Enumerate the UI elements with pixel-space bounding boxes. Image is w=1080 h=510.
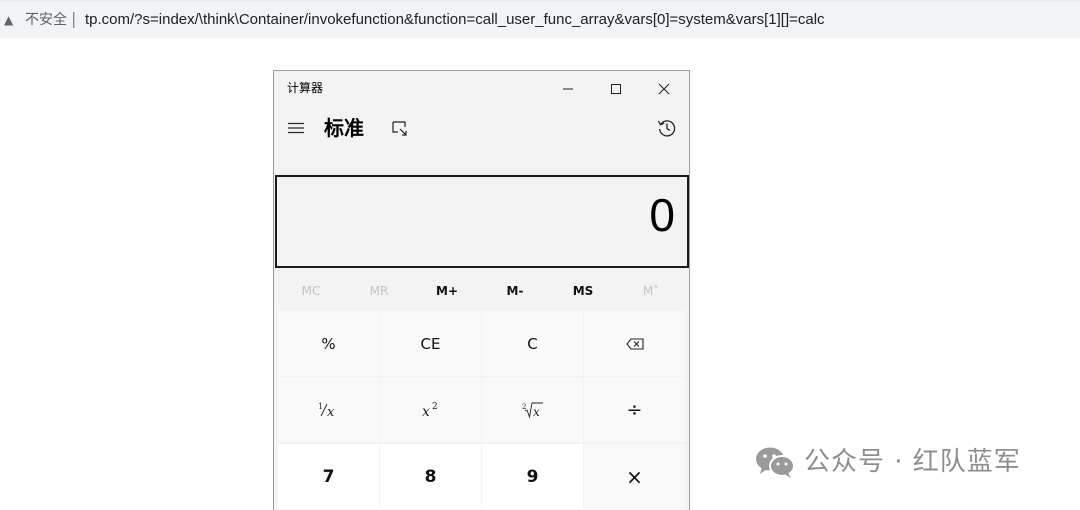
display-value: 0 [649,189,675,241]
square-root-button[interactable]: 2 x [482,377,583,442]
svg-text:x: x [422,404,430,419]
svg-text:x: x [327,405,335,419]
wechat-icon [756,447,795,478]
warning-icon[interactable]: ▲ [4,13,13,27]
memory-subtract-button[interactable]: M- [495,284,535,298]
reciprocal-button[interactable]: 1 x [278,377,379,442]
maximize-icon [611,84,621,94]
keep-on-top-icon [392,121,407,136]
square-icon: x 2 [422,402,438,419]
square-root-icon: 2 x [522,402,543,419]
window-title: 计算器 [287,81,324,95]
keep-on-top-button[interactable] [389,118,411,138]
memory-recall-button[interactable]: MR [359,284,399,298]
history-button[interactable] [655,116,679,140]
close-icon [658,83,670,95]
minimize-button[interactable] [546,75,590,103]
watermark: 公众号 · 红队蓝军 [754,444,1021,480]
mode-title: 标准 [324,116,364,140]
memory-list-button[interactable]: M˅ [631,284,671,298]
svg-text:1: 1 [318,402,323,411]
calculator-window: 计算器 标准 0 MC MR M+ M- MS M˅ % CE C 1 x x … [273,70,690,510]
svg-text:2: 2 [432,402,438,412]
close-button[interactable] [642,75,686,103]
memory-add-button[interactable]: M+ [427,284,467,298]
nine-button[interactable]: 9 [482,444,583,509]
result-display: 0 [275,175,689,268]
watermark-text: 公众号 · 红队蓝军 [804,447,1021,477]
clear-button[interactable]: C [482,311,583,376]
clear-entry-button[interactable]: CE [380,311,481,376]
divide-button[interactable]: ÷ [584,377,685,442]
history-icon [657,120,676,137]
backspace-button[interactable] [584,311,685,376]
security-status[interactable]: 不安全 [25,11,67,29]
svg-text:2: 2 [522,403,526,411]
square-button[interactable]: x 2 [380,377,481,442]
reciprocal-icon: 1 x [318,402,335,419]
memory-store-button[interactable]: MS [563,284,603,298]
multiply-button[interactable]: × [584,444,685,509]
minimize-icon [563,88,573,90]
backspace-icon [625,337,644,350]
maximize-button[interactable] [594,75,638,103]
menu-button[interactable] [285,115,307,141]
memory-clear-button[interactable]: MC [291,284,331,298]
separator: | [71,9,77,28]
browser-address-bar: ▲ 不安全 | tp.com/?s=index/\think\Container… [0,0,1080,40]
seven-button[interactable]: 7 [278,444,379,509]
hamburger-icon [288,122,304,134]
eight-button[interactable]: 8 [380,444,481,509]
percent-button[interactable]: % [278,311,379,376]
svg-text:x: x [533,405,540,419]
url-text[interactable]: tp.com/?s=index/\think\Container/invokef… [85,11,825,29]
